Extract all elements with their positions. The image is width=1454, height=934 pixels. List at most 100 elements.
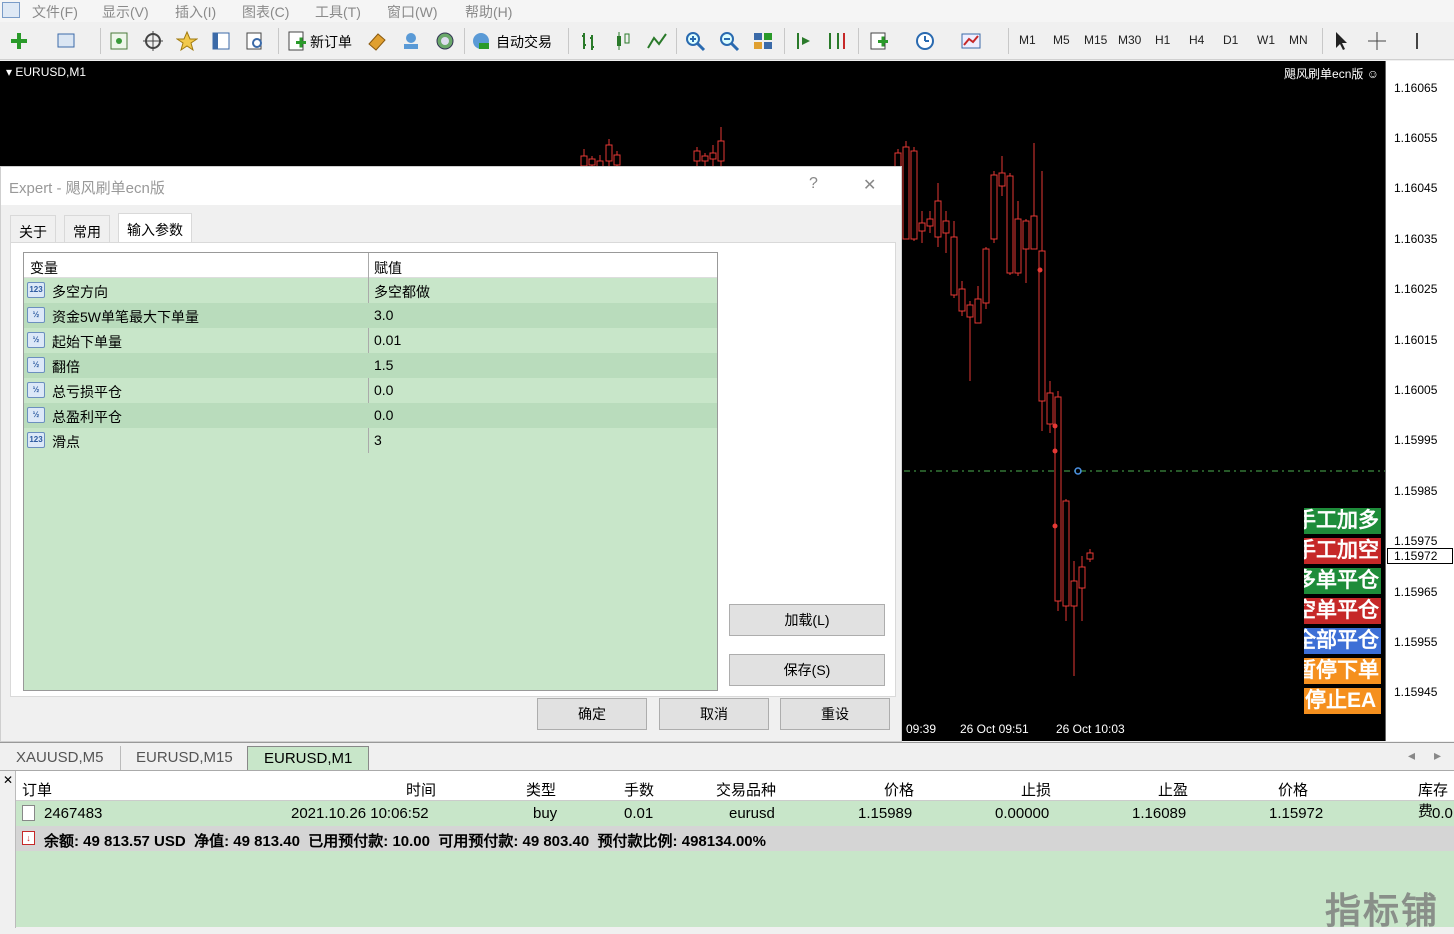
profiles-icon[interactable] <box>54 28 80 54</box>
param-value[interactable]: 3 <box>374 432 382 448</box>
tab-eurusd-m15[interactable]: EURUSD,M15 <box>120 746 250 770</box>
metaeditor-icon[interactable] <box>364 28 390 54</box>
chart-shift-icon[interactable] <box>790 28 816 54</box>
col-symbol[interactable]: 交易品种 <box>716 779 776 800</box>
table-row[interactable]: ½ 起始下单量 0.01 <box>24 328 717 353</box>
param-value[interactable]: 0.0 <box>374 407 393 423</box>
market-icon[interactable] <box>432 28 458 54</box>
templates-icon[interactable] <box>958 28 984 54</box>
table-row[interactable]: ½ 总亏损平仓 0.0 <box>24 378 717 403</box>
periods-clock-icon[interactable] <box>912 28 938 54</box>
timeframe-h4[interactable]: H4 <box>1189 33 1204 47</box>
timeframe-m1[interactable]: M1 <box>1019 33 1036 47</box>
pause-orders-button[interactable]: 暂停下单 <box>1304 658 1381 684</box>
order-row[interactable]: 2467483 2021.10.26 10:06:52 buy 0.01 eur… <box>16 801 1454 826</box>
timeframe-w1[interactable]: W1 <box>1257 33 1275 47</box>
col-price[interactable]: 价格 <box>884 779 914 800</box>
candlestick-icon[interactable] <box>610 28 636 54</box>
menu-help[interactable]: 帮助(H) <box>465 2 512 22</box>
autotrading-button[interactable]: 自动交易 <box>496 32 552 52</box>
load-button[interactable]: 加载(L) <box>729 604 885 636</box>
price-tick: 1.16065 <box>1394 81 1438 95</box>
table-row[interactable]: 123 滑点 3 <box>24 428 717 453</box>
candle-body <box>1038 250 1046 402</box>
time-label: 26 Oct 09:51 <box>960 722 1029 736</box>
market-watch-icon[interactable] <box>106 28 132 54</box>
stop-ea-button[interactable]: 停止EA <box>1304 688 1381 714</box>
line-chart-icon[interactable] <box>644 28 670 54</box>
param-value[interactable]: 0.0 <box>374 382 393 398</box>
candle-body <box>1006 175 1014 274</box>
cursor-icon[interactable] <box>1328 28 1354 54</box>
table-row[interactable]: 123 多空方向 多空都做 <box>24 278 717 303</box>
param-value[interactable]: 3.0 <box>374 307 393 323</box>
indicators-icon[interactable] <box>866 28 892 54</box>
price-tick: 1.15955 <box>1394 635 1438 649</box>
scroll-left-icon[interactable]: ◂ <box>1408 747 1415 764</box>
close-terminal-icon[interactable]: ✕ <box>3 773 13 787</box>
table-row[interactable]: ½ 总盈利平仓 0.0 <box>24 403 717 428</box>
zoom-out-icon[interactable] <box>716 28 742 54</box>
tab-common[interactable]: 常用 <box>64 215 110 242</box>
ok-button[interactable]: 确定 <box>537 698 647 730</box>
table-row[interactable]: ½ 资金5W单笔最大下单量 3.0 <box>24 303 717 328</box>
new-order-icon[interactable] <box>284 28 310 54</box>
crosshair-navigator-icon[interactable] <box>140 28 166 54</box>
param-value[interactable]: 0.01 <box>374 332 401 348</box>
new-order-button[interactable]: 新订单 <box>310 32 352 52</box>
col-sl[interactable]: 止损 <box>1021 779 1051 800</box>
save-button[interactable]: 保存(S) <box>729 654 885 686</box>
tab-inputs[interactable]: 输入参数 <box>118 213 192 243</box>
help-icon[interactable]: ? <box>809 175 818 193</box>
timeframe-m30[interactable]: M30 <box>1118 33 1141 47</box>
menu-window[interactable]: 窗口(W) <box>387 2 438 22</box>
menu-insert[interactable]: 插入(I) <box>175 2 216 22</box>
parameters-table[interactable]: 变量 赋值 123 多空方向 多空都做 ½ 资金5W单笔最大下单量 3.0 ½ … <box>23 252 718 691</box>
tab-about[interactable]: 关于 <box>10 215 56 242</box>
col-lots[interactable]: 手数 <box>624 779 654 800</box>
data-window-icon[interactable] <box>208 28 234 54</box>
cancel-button[interactable]: 取消 <box>659 698 769 730</box>
tab-xauusd-m5[interactable]: XAUUSD,M5 <box>0 746 121 770</box>
new-chart-icon[interactable] <box>6 28 32 54</box>
col-time[interactable]: 时间 <box>406 779 436 800</box>
manual-buy-button[interactable]: 手工加多 <box>1304 508 1381 534</box>
menu-charts[interactable]: 图表(C) <box>242 2 289 22</box>
param-value[interactable]: 多空都做 <box>374 282 430 302</box>
tab-eurusd-m1[interactable]: EURUSD,M1 <box>247 746 370 770</box>
integer-type-icon: 123 <box>27 282 45 298</box>
col-tp[interactable]: 止盈 <box>1158 779 1188 800</box>
col-type[interactable]: 类型 <box>526 779 556 800</box>
bar-chart-icon[interactable] <box>576 28 602 54</box>
timeframe-h1[interactable]: H1 <box>1155 33 1170 47</box>
favorites-icon[interactable] <box>174 28 200 54</box>
timeframe-m5[interactable]: M5 <box>1053 33 1070 47</box>
crosshair-icon[interactable] <box>1364 28 1390 54</box>
manual-sell-button[interactable]: 手工加空 <box>1304 538 1381 564</box>
close-icon[interactable]: ✕ <box>863 175 876 195</box>
col-current-price[interactable]: 价格 <box>1278 779 1308 800</box>
col-order[interactable]: 订单 <box>22 779 52 800</box>
timeframe-mn[interactable]: MN <box>1289 33 1308 47</box>
zoom-in-icon[interactable] <box>682 28 708 54</box>
param-value[interactable]: 1.5 <box>374 357 393 373</box>
menu-file[interactable]: 文件(F) <box>32 2 78 22</box>
close-buy-button[interactable]: 多单平仓 <box>1304 568 1381 594</box>
price-tick: 1.16015 <box>1394 333 1438 347</box>
strategy-tester-icon[interactable] <box>242 28 268 54</box>
autoscroll-icon[interactable] <box>824 28 850 54</box>
close-sell-button[interactable]: 空单平仓 <box>1304 598 1381 624</box>
tile-windows-icon[interactable] <box>750 28 776 54</box>
table-row[interactable]: ½ 翻倍 1.5 <box>24 353 717 378</box>
menu-view[interactable]: 显示(V) <box>102 2 149 22</box>
timeframe-d1[interactable]: D1 <box>1223 33 1238 47</box>
autotrading-icon[interactable] <box>468 28 494 54</box>
scroll-right-icon[interactable]: ▸ <box>1434 747 1441 764</box>
signals-icon[interactable] <box>398 28 424 54</box>
vertical-line-icon[interactable] <box>1404 28 1430 54</box>
reset-button[interactable]: 重设 <box>780 698 890 730</box>
close-all-button[interactable]: 全部平仓 <box>1304 628 1381 654</box>
menu-tools[interactable]: 工具(T) <box>315 2 361 22</box>
candle-body <box>605 144 613 162</box>
timeframe-m15[interactable]: M15 <box>1084 33 1107 47</box>
